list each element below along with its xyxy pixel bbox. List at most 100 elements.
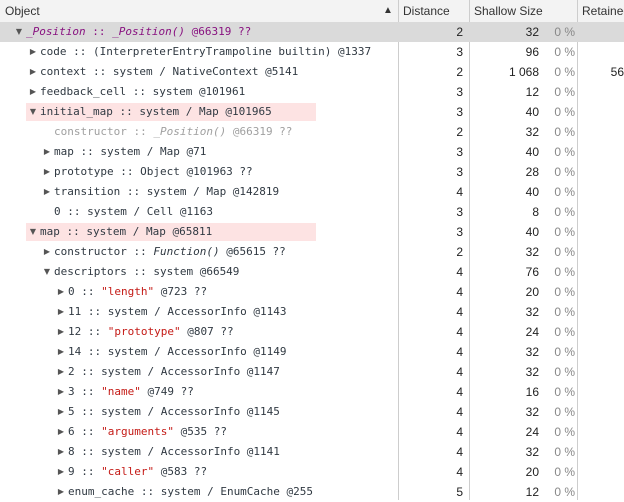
shallow-size-value: 16 [525, 385, 539, 399]
expanded-triangle-icon[interactable]: ▼ [28, 102, 38, 122]
object-name-part: _Position() [153, 125, 227, 138]
tree-row[interactable]: ▼ map :: system / Map @65811 3 40 0 % [0, 222, 624, 242]
shallow-size-percent: 0 % [554, 385, 575, 399]
collapsed-triangle-icon[interactable]: ▶ [56, 382, 66, 402]
tree-row[interactable]: ▶ transition :: system / Map @142819 4 40 0 … [0, 182, 624, 202]
collapsed-triangle-icon[interactable]: ▶ [56, 462, 66, 482]
shallow-size-percent: 0 % [554, 445, 575, 459]
column-header-distance[interactable]: Distance [398, 0, 469, 22]
object-name-part: context :: system / NativeContext @5141 [40, 65, 299, 78]
column-header-retained-size[interactable]: Retainec [577, 0, 624, 22]
distance-value: 4 [456, 445, 463, 459]
expanded-triangle-icon[interactable]: ▼ [42, 262, 52, 282]
object-name: 5 :: system / AccessorInfo @1145 [68, 402, 280, 422]
tree-row[interactable]: ▼ descriptors :: system @66549 4 76 0 % [0, 262, 624, 282]
tree-row[interactable]: ▶ 5 :: system / AccessorInfo @1145 4 32 0 % [0, 402, 624, 422]
object-name-part: "prototype" [107, 325, 181, 338]
expanded-triangle-icon[interactable]: ▼ [28, 222, 38, 242]
shallow-size-percent: 0 % [554, 185, 575, 199]
distance-value: 3 [456, 165, 463, 179]
shallow-size-value: 32 [525, 25, 539, 39]
collapsed-triangle-icon[interactable]: ▶ [56, 422, 66, 442]
tree-row[interactable]: 0 :: system / Cell @1163 3 8 0 % [0, 202, 624, 222]
object-name: code :: (InterpreterEntryTrampoline buil… [40, 42, 371, 62]
tree-row[interactable]: ▶ constructor :: Function() @65615 ?? 2 32 0… [0, 242, 624, 262]
collapsed-triangle-icon[interactable]: ▶ [56, 402, 66, 422]
tree-row[interactable]: ▶ prototype :: Object @101963 ?? 3 28 0 % [0, 162, 624, 182]
collapsed-triangle-icon[interactable]: ▶ [56, 442, 66, 462]
tree-row[interactable]: ▶ 0 :: "length" @723 ?? 4 20 0 % [0, 282, 624, 302]
object-name-part: 6 :: [68, 425, 102, 438]
distance-value: 4 [456, 465, 463, 479]
object-name-part: "name" [101, 385, 141, 398]
expanded-triangle-icon[interactable]: ▼ [14, 22, 24, 42]
tree-row[interactable]: ▶ context :: system / NativeContext @5141… [0, 62, 624, 82]
object-name: 9 :: "caller" @583 ?? [68, 462, 207, 482]
object-name-part: 11 :: system / AccessorInfo @1143 [68, 305, 287, 318]
shallow-size-percent: 0 % [554, 225, 575, 239]
tree-row[interactable]: ▶ feedback_cell :: system @101961 3 12 0 % [0, 82, 624, 102]
tree-row[interactable]: ▼ _Position :: _Position() @66319 ?? 2 32 0 … [0, 22, 624, 42]
column-header-object[interactable]: Object [0, 0, 398, 22]
shallow-size-percent: 0 % [554, 285, 575, 299]
shallow-size-value: 32 [525, 125, 539, 139]
collapsed-triangle-icon[interactable]: ▶ [42, 242, 52, 262]
object-cell: ▶ map :: system / Map @71 [0, 142, 398, 162]
object-name: map :: system / Map @65811 [40, 222, 212, 242]
collapsed-triangle-icon[interactable]: ▶ [56, 362, 66, 382]
object-name-part: descriptors :: system @66549 [54, 265, 240, 278]
tree-row[interactable]: constructor :: _Position() @66319 ?? 2 32 0… [0, 122, 624, 142]
collapsed-triangle-icon[interactable]: ▶ [42, 142, 52, 162]
tree-row[interactable]: ▶ 11 :: system / AccessorInfo @1143 4 32 0 % [0, 302, 624, 322]
object-cell: ▶ 0 :: "length" @723 ?? [0, 282, 398, 302]
tree-row[interactable]: ▶ 8 :: system / AccessorInfo @1141 4 32 0 % [0, 442, 624, 462]
object-cell: ▶ feedback_cell :: system @101961 [0, 82, 398, 102]
distance-value: 3 [456, 225, 463, 239]
object-name-part: 0 :: [68, 285, 102, 298]
shallow-size-percent: 0 % [554, 205, 575, 219]
object-name: feedback_cell :: system @101961 [40, 82, 245, 102]
object-name: map :: system / Map @71 [54, 142, 206, 162]
collapsed-triangle-icon[interactable]: ▶ [56, 302, 66, 322]
tree-row[interactable]: ▶ 14 :: system / AccessorInfo @1149 4 32 0 % [0, 342, 624, 362]
collapsed-triangle-icon[interactable]: ▶ [56, 482, 66, 502]
collapsed-triangle-icon[interactable]: ▶ [42, 162, 52, 182]
object-name-part: :: [85, 25, 113, 38]
shallow-size-value: 28 [525, 165, 539, 179]
shallow-size-value: 8 [532, 205, 539, 219]
object-name: 12 :: "prototype" @807 ?? [68, 322, 234, 342]
tree-row[interactable]: ▶ map :: system / Map @71 3 40 0 % [0, 142, 624, 162]
object-name-part: @535 ?? [173, 425, 227, 438]
shallow-size-percent: 0 % [554, 485, 575, 499]
tree-row[interactable]: ▼ initial_map :: system / Map @101965 3 40 0… [0, 102, 624, 122]
tree-row[interactable]: ▶ enum_cache :: system / EnumCache @255 5 1… [0, 482, 624, 502]
shallow-size-percent: 0 % [554, 405, 575, 419]
tree-row[interactable]: ▶ 3 :: "name" @749 ?? 4 16 0 % [0, 382, 624, 402]
tree-row[interactable]: ▶ 2 :: system / AccessorInfo @1147 4 32 0 % [0, 362, 624, 382]
collapsed-triangle-icon[interactable]: ▶ [56, 322, 66, 342]
collapsed-triangle-icon[interactable]: ▶ [42, 182, 52, 202]
tree-row[interactable]: ▶ 12 :: "prototype" @807 ?? 4 24 0 % [0, 322, 624, 342]
object-name: initial_map :: system / Map @101965 [40, 102, 272, 122]
object-name-part: 5 :: system / AccessorInfo @1145 [68, 405, 280, 418]
collapsed-triangle-icon[interactable]: ▶ [28, 62, 38, 82]
collapsed-triangle-icon[interactable]: ▶ [28, 82, 38, 102]
shallow-size-value: 76 [525, 265, 539, 279]
tree-row[interactable]: ▶ 6 :: "arguments" @535 ?? 4 24 0 % [0, 422, 624, 442]
tree-row[interactable]: ▶ 9 :: "caller" @583 ?? 4 20 0 % [0, 462, 624, 482]
shallow-size-value: 32 [525, 365, 539, 379]
tree-row[interactable]: ▶ code :: (InterpreterEntryTrampoline bui… [0, 42, 624, 62]
object-name: 14 :: system / AccessorInfo @1149 [68, 342, 287, 362]
distance-value: 4 [456, 305, 463, 319]
object-name-part: code :: (InterpreterEntryTrampoline buil… [40, 45, 372, 58]
object-name-part: @583 ?? [154, 465, 208, 478]
object-name: 0 :: "length" @723 ?? [68, 282, 207, 302]
shallow-size-value: 32 [525, 405, 539, 419]
collapsed-triangle-icon[interactable]: ▶ [56, 282, 66, 302]
collapsed-triangle-icon[interactable]: ▶ [28, 42, 38, 62]
column-header-shallow-size[interactable]: Shallow Size [469, 0, 577, 22]
collapsed-triangle-icon[interactable]: ▶ [56, 342, 66, 362]
object-name: constructor :: _Position() @66319 ?? [54, 122, 292, 142]
shallow-size-percent: 0 % [554, 465, 575, 479]
sort-ascending-icon[interactable]: ▲ [383, 0, 393, 22]
